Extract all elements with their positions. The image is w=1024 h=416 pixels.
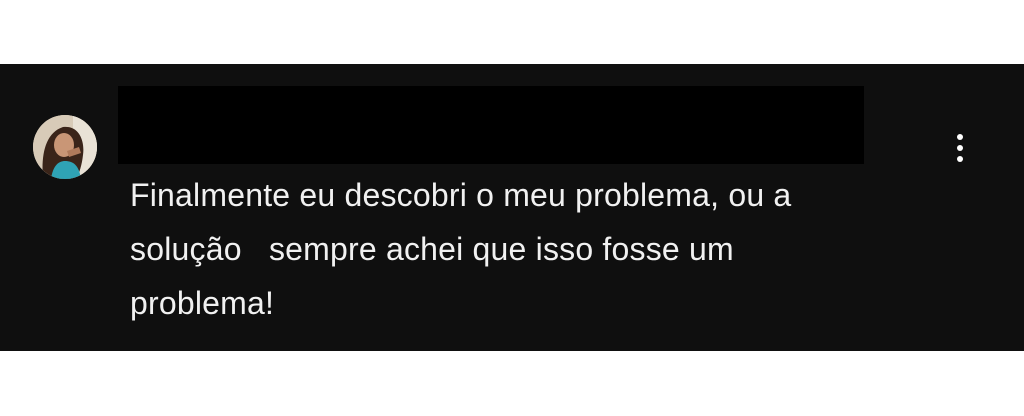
more-actions-button[interactable] (944, 126, 976, 170)
comment-card: Finalmente eu descobri o meu problema, o… (0, 64, 1024, 351)
vertical-ellipsis-icon (957, 134, 963, 140)
vertical-ellipsis-icon (957, 145, 963, 151)
author-name-redacted (118, 86, 864, 164)
vertical-ellipsis-icon (957, 156, 963, 162)
page: Finalmente eu descobri o meu problema, o… (0, 0, 1024, 416)
author-avatar[interactable] (33, 115, 97, 179)
avatar-photo-icon (33, 115, 97, 179)
comment-text: Finalmente eu descobri o meu problema, o… (130, 177, 792, 321)
